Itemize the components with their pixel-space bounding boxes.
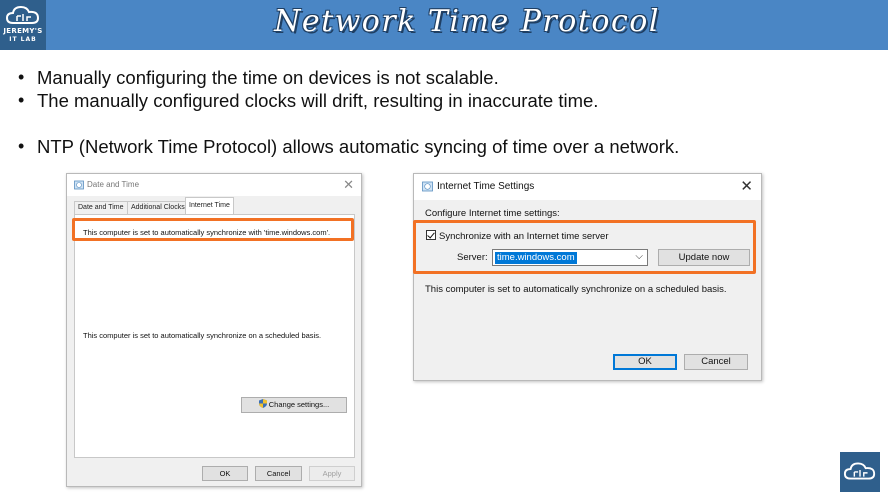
close-icon[interactable]: ✕ [740,177,753,195]
cancel-button[interactable]: Cancel [255,466,302,481]
bullet-item: NTP (Network Time Protocol) allows autom… [18,135,878,158]
logo-text-line2: IT LAB [9,36,37,43]
highlight-box [72,218,354,241]
logo-text-line1: JEREMY'S [3,27,43,35]
jeremys-it-lab-logo: JEREMY'S IT LAB [0,0,46,50]
internet-time-panel: This computer is set to automatically sy… [74,214,355,458]
cancel-button[interactable]: Cancel [684,354,748,370]
change-settings-label: Change settings... [268,400,330,409]
bullet-list: Manually configuring the time on devices… [18,66,878,158]
tab-internet-time[interactable]: Internet Time [185,197,234,214]
clock-icon [74,180,84,190]
dialog-title: Date and Time [87,180,140,189]
dialog-title: Internet Time Settings [437,181,535,192]
ok-button[interactable]: OK [613,354,677,370]
cloud-logo-icon [5,5,40,24]
dialog-titlebar: Date and Time ✕ [67,174,361,196]
internet-time-settings-dialog: Internet Time Settings ✕ Configure Inter… [413,173,762,381]
tab-additional-clocks[interactable]: Additional Clocks [127,201,189,214]
highlight-box [413,220,756,274]
slide-header: JEREMY'S IT LAB Network Time Protocol [0,0,888,50]
uac-shield-icon [258,399,267,408]
bullet-item: The manually configured clocks will drif… [18,89,878,112]
ok-button[interactable]: OK [202,466,248,481]
change-settings-button[interactable]: Change settings... [241,397,347,413]
schedule-text: This computer is set to automatically sy… [83,331,322,340]
configure-label: Configure Internet time settings: [425,208,560,219]
bullet-item: Manually configuring the time on devices… [18,66,878,89]
dialog-titlebar: Internet Time Settings ✕ [414,174,761,200]
apply-button[interactable]: Apply [309,466,355,481]
schedule-info-text: This computer is set to automatically sy… [425,284,727,295]
tab-date-and-time[interactable]: Date and Time [74,201,128,214]
slide-title: Network Time Protocol [274,4,660,39]
cloud-logo-icon [843,462,876,480]
clock-icon [422,181,433,192]
corner-logo [840,452,880,492]
close-icon[interactable]: ✕ [343,177,354,193]
